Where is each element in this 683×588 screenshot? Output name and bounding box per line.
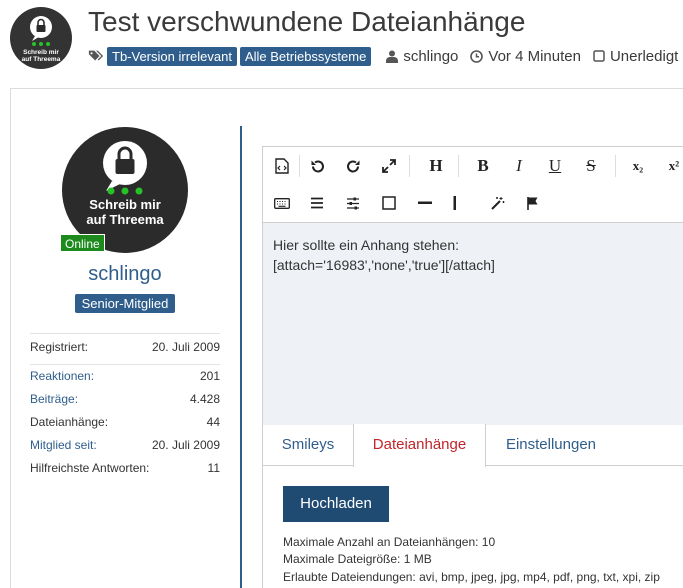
subscript-button[interactable]: x₂ bbox=[628, 156, 648, 176]
heading-button[interactable]: H bbox=[426, 156, 446, 176]
italic-button[interactable]: I bbox=[509, 156, 529, 176]
underline-button[interactable]: U bbox=[545, 156, 565, 176]
toolbar-separator bbox=[458, 155, 459, 177]
undo-button[interactable] bbox=[307, 156, 327, 176]
strikethrough-button[interactable]: S bbox=[581, 156, 601, 176]
user-stats: Registriert: 20. Juli 2009 bbox=[30, 333, 220, 354]
editor-line-2: [attach='16983','none','true'][/attach] bbox=[273, 257, 495, 273]
toolbar-separator bbox=[299, 155, 300, 177]
tab-settings[interactable]: Einstellungen bbox=[486, 424, 616, 466]
header-avatar[interactable]: Schreib mir auf Threema bbox=[10, 7, 72, 69]
magic-wand-icon bbox=[490, 196, 504, 210]
editor-content[interactable]: Hier sollte ein Anhang stehen: [attach='… bbox=[263, 223, 683, 425]
superscript-button[interactable]: x² bbox=[664, 156, 683, 176]
toolbar-separator bbox=[409, 155, 410, 177]
fullscreen-button[interactable] bbox=[379, 156, 399, 176]
align-icon bbox=[311, 197, 323, 209]
tags-icon bbox=[88, 50, 104, 61]
tab-attachments[interactable]: Dateianhänge bbox=[353, 424, 486, 467]
page-title: Test verschwundene Dateianhänge bbox=[88, 6, 526, 37]
magic-wand-button[interactable] bbox=[487, 193, 507, 213]
max-count-info: Maximale Anzahl an Dateianhängen: 10 bbox=[283, 535, 496, 549]
redo-icon bbox=[346, 160, 359, 172]
vertical-line-icon bbox=[453, 196, 456, 210]
allowed-extensions-info: Erlaubte Dateiendungen: avi, bmp, jpeg, … bbox=[283, 570, 660, 584]
upload-button[interactable]: Hochladen bbox=[283, 486, 389, 522]
online-badge: Online bbox=[60, 234, 105, 252]
topic-status: Unerledigt bbox=[593, 48, 678, 65]
post-divider bbox=[240, 126, 242, 588]
square-outline-icon bbox=[382, 196, 396, 210]
stat-posts: Beiträge: 4.428 bbox=[30, 392, 220, 406]
label-tb-version[interactable]: Tb-Version irrelevant bbox=[107, 46, 237, 66]
stat-attachments: Dateianhänge: 44 bbox=[30, 415, 220, 429]
svg-text:auf Threema: auf Threema bbox=[86, 212, 164, 227]
flag-icon bbox=[527, 197, 538, 210]
user-icon bbox=[386, 50, 399, 63]
tab-smileys[interactable]: Smileys bbox=[263, 424, 353, 466]
vertical-rule-button[interactable] bbox=[445, 193, 465, 213]
bold-button[interactable]: B bbox=[473, 156, 493, 176]
expand-icon bbox=[382, 159, 396, 173]
editor-line-1: Hier sollte ein Anhang stehen: bbox=[273, 237, 460, 253]
clock-icon bbox=[470, 49, 484, 63]
editor-toolbar: H B I U S x₂ x² bbox=[263, 147, 683, 223]
stat-registered: Registriert: 20. Juli 2009 bbox=[30, 340, 220, 354]
square-icon bbox=[593, 50, 605, 62]
svg-text:Schreib mir: Schreib mir bbox=[23, 49, 59, 56]
topic-author[interactable]: schlingo bbox=[386, 48, 458, 65]
stat-reactions: Reaktionen: 201 bbox=[30, 369, 220, 383]
file-code-icon bbox=[275, 158, 289, 174]
svg-text:Schreib mir: Schreib mir bbox=[89, 197, 161, 212]
box-button[interactable] bbox=[379, 193, 399, 213]
topic-time: Vor 4 Minuten bbox=[470, 48, 581, 65]
topic-meta: Tb-Version irrelevant Alle Betriebssyste… bbox=[88, 46, 678, 66]
source-code-button[interactable] bbox=[272, 156, 292, 176]
toolbar-separator bbox=[615, 155, 616, 177]
horizontal-line-icon bbox=[418, 201, 432, 204]
redo-button[interactable] bbox=[343, 156, 363, 176]
user-name[interactable]: schlingo bbox=[30, 263, 220, 286]
stat-member-since: Mitglied seit: 20. Juli 2009 bbox=[30, 438, 220, 452]
user-rank: Senior-Mitglied bbox=[74, 294, 176, 313]
undo-icon bbox=[311, 160, 324, 172]
svg-text:auf Threema: auf Threema bbox=[22, 56, 61, 63]
editor-tabs: Smileys Dateianhänge Einstellungen bbox=[262, 424, 683, 467]
settings-sliders-button[interactable] bbox=[343, 193, 363, 213]
stat-best-answers: Hilfreichste Antworten: 11 bbox=[30, 461, 220, 475]
flag-button[interactable] bbox=[523, 193, 543, 213]
stats-divider bbox=[30, 364, 220, 365]
threema-avatar-icon: Schreib mir auf Threema bbox=[22, 16, 61, 63]
align-button[interactable] bbox=[307, 193, 327, 213]
max-size-info: Maximale Dateigröße: 1 MB bbox=[283, 552, 432, 566]
sliders-icon bbox=[347, 197, 359, 209]
user-rank-wrap: Senior-Mitglied bbox=[30, 294, 220, 313]
label-os[interactable]: Alle Betriebssysteme bbox=[239, 46, 372, 66]
keyboard-button[interactable] bbox=[272, 193, 292, 213]
horizontal-rule-button[interactable] bbox=[415, 193, 435, 213]
editor: H B I U S x₂ x² Hier sollte ein Anhang s… bbox=[262, 146, 683, 425]
keyboard-icon bbox=[274, 197, 290, 209]
